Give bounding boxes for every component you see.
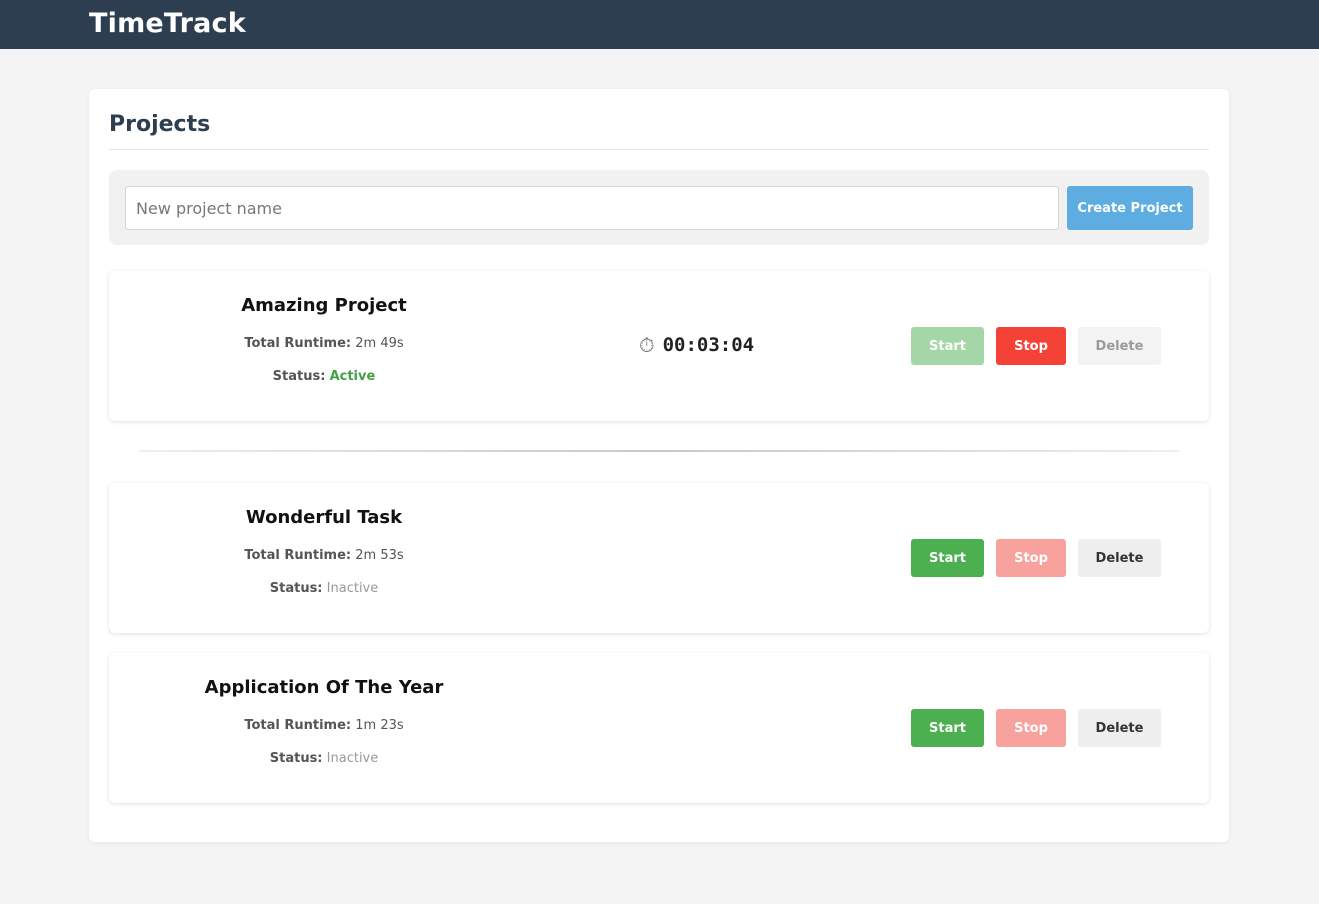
runtime-label: Total Runtime: xyxy=(244,718,352,733)
runtime-value: 2m 53s xyxy=(355,548,404,563)
project-runtime: Total Runtime: 2m 49s xyxy=(109,335,539,353)
status-badge: Inactive xyxy=(326,581,379,596)
new-project-input[interactable] xyxy=(125,186,1059,230)
project-card: Wonderful Task Total Runtime: 2m 53s Sta… xyxy=(109,483,1209,633)
project-status: Status: Inactive xyxy=(109,580,539,598)
stop-button[interactable]: Stop xyxy=(996,709,1066,747)
project-card: Application Of The Year Total Runtime: 1… xyxy=(109,653,1209,803)
delete-button[interactable]: Delete xyxy=(1078,539,1161,577)
status-label: Status: xyxy=(269,581,323,596)
start-button[interactable]: Start xyxy=(911,709,984,747)
project-card: Amazing Project Total Runtime: 2m 49s St… xyxy=(109,271,1209,421)
status-badge: Active xyxy=(329,369,376,384)
project-info: Amazing Project Total Runtime: 2m 49s St… xyxy=(109,271,539,421)
project-name: Wonderful Task xyxy=(245,507,403,528)
status-badge: Inactive xyxy=(326,751,379,766)
project-runtime: Total Runtime: 2m 53s xyxy=(109,547,539,565)
page-title: Projects xyxy=(109,112,211,137)
start-button[interactable]: Start xyxy=(911,539,984,577)
project-name: Amazing Project xyxy=(241,295,407,316)
projects-panel: Projects Create Project Amazing Project … xyxy=(89,89,1229,842)
active-separator xyxy=(139,450,1179,452)
create-project-button[interactable]: Create Project xyxy=(1067,186,1193,230)
title-divider xyxy=(109,149,1209,150)
project-runtime: Total Runtime: 1m 23s xyxy=(109,717,539,735)
stopwatch-icon: ⏱ xyxy=(639,333,655,357)
runtime-label: Total Runtime: xyxy=(244,548,352,563)
runtime-label: Total Runtime: xyxy=(244,336,352,351)
start-button[interactable]: Start xyxy=(911,327,984,365)
delete-button[interactable]: Delete xyxy=(1078,327,1161,365)
app-title[interactable]: TimeTrack xyxy=(89,8,246,40)
project-status: Status: Inactive xyxy=(109,750,539,768)
status-label: Status: xyxy=(269,751,323,766)
project-info: Application Of The Year Total Runtime: 1… xyxy=(109,653,539,803)
status-label: Status: xyxy=(272,369,326,384)
runtime-value: 2m 49s xyxy=(355,336,404,351)
project-info: Wonderful Task Total Runtime: 2m 53s Sta… xyxy=(109,483,539,633)
running-timer: ⏱ 00:03:04 xyxy=(639,334,754,356)
delete-button[interactable]: Delete xyxy=(1078,709,1161,747)
runtime-value: 1m 23s xyxy=(355,718,404,733)
stop-button[interactable]: Stop xyxy=(996,539,1066,577)
app-header: TimeTrack xyxy=(0,0,1319,49)
create-project-form: Create Project xyxy=(109,170,1209,245)
stop-button[interactable]: Stop xyxy=(996,327,1066,365)
timer-value: 00:03:04 xyxy=(662,334,755,356)
project-name: Application Of The Year xyxy=(204,677,444,698)
project-status: Status: Active xyxy=(109,368,539,386)
